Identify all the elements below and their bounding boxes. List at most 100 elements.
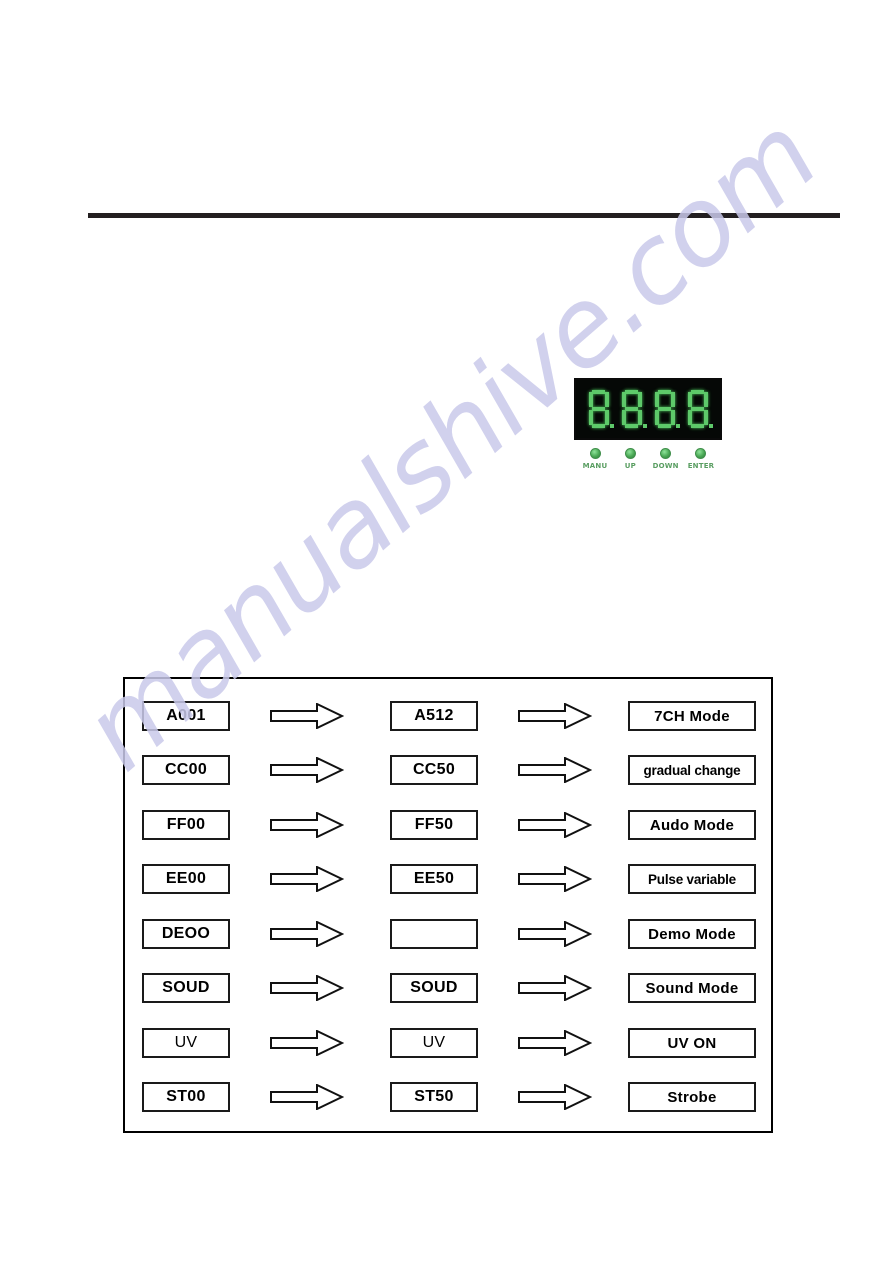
controller-button-manu[interactable]: MANU [578, 448, 612, 470]
flow-cell-source: EE00 [142, 864, 230, 894]
right-arrow-icon [518, 921, 598, 947]
flow-cell-target: FF50 [390, 810, 478, 840]
flow-cell-target: ST50 [390, 1082, 478, 1112]
led-digit-display [574, 378, 722, 440]
right-arrow-icon [270, 866, 350, 892]
code-box-target: ST50 [390, 1082, 478, 1112]
segment-decimal-point [708, 424, 713, 428]
flow-arrow-cell-2 [518, 921, 598, 947]
flow-cell-source: DEOO [142, 919, 230, 949]
flow-row: UV UV UV ON [125, 1028, 771, 1058]
segment-g [657, 407, 671, 411]
code-box-source: DEOO [142, 919, 230, 949]
flow-arrow-cell-1 [270, 812, 350, 838]
segment-b [637, 392, 642, 407]
button-led-icon[interactable] [695, 448, 707, 459]
right-arrow-icon [518, 812, 598, 838]
controller-button-down[interactable]: DOWN [649, 448, 683, 470]
right-arrow-icon [270, 703, 350, 729]
flow-cell-target: EE50 [390, 864, 478, 894]
flow-arrow-cell-2 [518, 975, 598, 1001]
segment-b [703, 392, 708, 407]
flow-cell-source: A001 [142, 701, 230, 731]
segment-d [690, 424, 704, 428]
flow-cell-mode: Demo Mode [628, 919, 756, 949]
flow-row: A001 A512 7CH Mode [125, 701, 771, 731]
button-led-icon[interactable] [660, 448, 672, 459]
segment-a [624, 390, 638, 394]
flow-arrow-cell-2 [518, 757, 598, 783]
code-box-source: SOUD [142, 973, 230, 1003]
flow-arrow-cell-2 [518, 812, 598, 838]
controller-button-up[interactable]: UP [613, 448, 647, 470]
flow-arrow-cell-1 [270, 1030, 350, 1056]
mode-box: 7CH Mode [628, 701, 756, 731]
button-label: DOWN [652, 462, 679, 470]
segment-g [690, 407, 704, 411]
right-arrow-icon [518, 1030, 598, 1056]
code-box-target [390, 919, 478, 949]
segment-e [654, 410, 659, 425]
flow-cell-source: FF00 [142, 810, 230, 840]
right-arrow-icon [270, 812, 350, 838]
segment-d [624, 424, 638, 428]
flow-cell-mode: Pulse variable [628, 864, 756, 894]
flow-arrow-cell-1 [270, 757, 350, 783]
code-box-source: FF00 [142, 810, 230, 840]
flow-cell-source: SOUD [142, 973, 230, 1003]
right-arrow-icon [518, 1084, 598, 1110]
button-led-icon[interactable] [589, 448, 601, 459]
segment-a [657, 390, 671, 394]
segment-c [637, 410, 642, 425]
display-digit [588, 389, 614, 429]
flow-cell-target: SOUD [390, 973, 478, 1003]
mode-box: Audo Mode [628, 810, 756, 840]
code-box-target: EE50 [390, 864, 478, 894]
flow-cell-target: UV [390, 1028, 478, 1058]
flow-row: SOUD SOUD Sound Mode [125, 973, 771, 1003]
right-arrow-icon [518, 866, 598, 892]
right-arrow-icon [270, 921, 350, 947]
flow-row: ST00 ST50 Strobe [125, 1082, 771, 1112]
flow-cell-target [390, 919, 478, 949]
right-arrow-icon [518, 703, 598, 729]
flow-cell-target: CC50 [390, 755, 478, 785]
segment-e [588, 410, 593, 425]
flow-cell-source: CC00 [142, 755, 230, 785]
button-label: ENTER [687, 462, 715, 470]
segment-decimal-point [642, 424, 647, 428]
segment-a [591, 390, 605, 394]
segment-decimal-point [609, 424, 614, 428]
button-led-icon[interactable] [624, 448, 636, 459]
segment-f [654, 392, 659, 407]
mode-box: Strobe [628, 1082, 756, 1112]
right-arrow-icon [270, 1030, 350, 1056]
code-box-target: UV [390, 1028, 478, 1058]
segment-f [621, 392, 626, 407]
flow-arrow-cell-2 [518, 1030, 598, 1056]
flow-row: FF00 FF50 Audo Mode [125, 810, 771, 840]
flow-arrow-cell-1 [270, 866, 350, 892]
mode-box: Demo Mode [628, 919, 756, 949]
mode-box: UV ON [628, 1028, 756, 1058]
mode-box: gradual change [628, 755, 756, 785]
code-box-source: CC00 [142, 755, 230, 785]
code-box-target: CC50 [390, 755, 478, 785]
flow-arrow-cell-2 [518, 866, 598, 892]
segment-e [621, 410, 626, 425]
flow-arrow-cell-1 [270, 1084, 350, 1110]
segment-d [591, 424, 605, 428]
code-box-target: FF50 [390, 810, 478, 840]
right-arrow-icon [270, 1084, 350, 1110]
flow-cell-mode: 7CH Mode [628, 701, 756, 731]
controller-button-enter[interactable]: ENTER [684, 448, 718, 470]
flow-arrow-cell-1 [270, 703, 350, 729]
code-box-target: A512 [390, 701, 478, 731]
flow-cell-mode: Sound Mode [628, 973, 756, 1003]
segment-c [703, 410, 708, 425]
display-digit [687, 389, 713, 429]
segment-c [604, 410, 609, 425]
segment-b [670, 392, 675, 407]
mode-flow-diagram: A001 A512 7CH Mode CC00 CC50 gradual change FF… [123, 677, 773, 1133]
flow-cell-mode: gradual change [628, 755, 756, 785]
